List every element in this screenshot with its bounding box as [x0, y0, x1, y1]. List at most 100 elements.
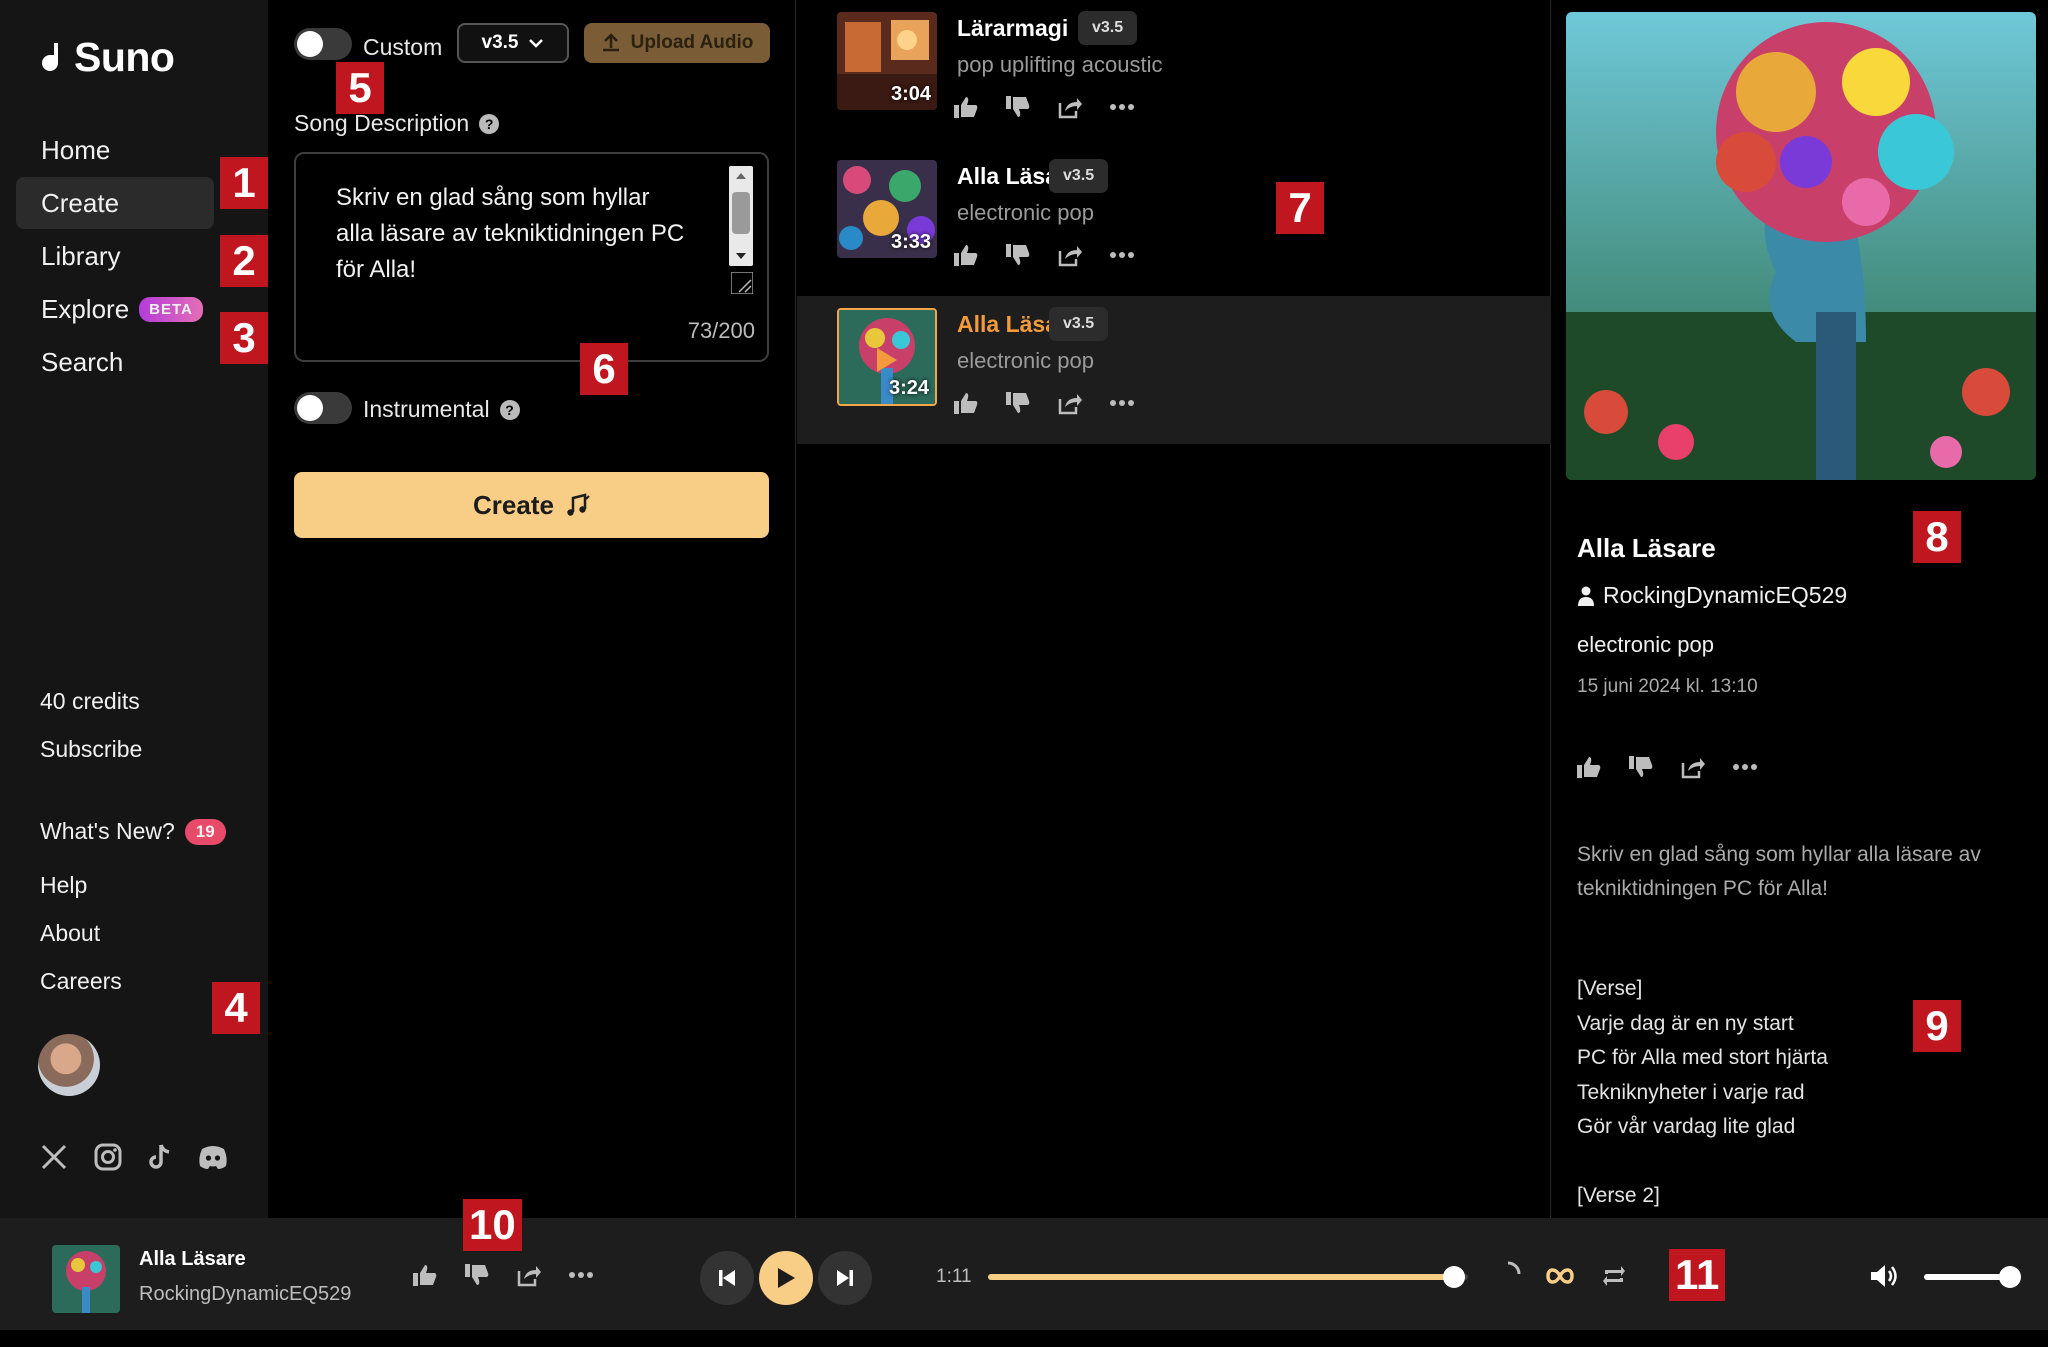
nav-home[interactable]: Home: [16, 124, 214, 176]
song-row[interactable]: 3:04 Lärarmagi v3.5 pop uplifting acoust…: [797, 0, 1551, 148]
custom-toggle[interactable]: [294, 28, 352, 60]
share-icon[interactable]: [1053, 240, 1087, 270]
volume-handle[interactable]: [1998, 1266, 2021, 1288]
description-scrollbar[interactable]: [729, 166, 753, 266]
question-icon[interactable]: ?: [479, 113, 500, 134]
thumbs-down-icon[interactable]: [460, 1260, 494, 1290]
share-icon[interactable]: [512, 1260, 546, 1290]
song-description-input[interactable]: Skriv en glad sång som hyllar alla läsar…: [294, 152, 769, 362]
more-icon[interactable]: [564, 1260, 598, 1290]
progress-handle[interactable]: [1442, 1266, 1465, 1288]
thumbs-down-icon[interactable]: [1001, 240, 1035, 270]
scroll-down-icon[interactable]: [735, 252, 747, 260]
lyrics-line: PC för Alla med stort hjärta: [1577, 1046, 1828, 1069]
progress-fill: [988, 1274, 1454, 1280]
next-button[interactable]: [818, 1251, 872, 1305]
nav-search-label: Search: [41, 346, 124, 377]
play-button[interactable]: [759, 1251, 813, 1305]
x-icon[interactable]: [38, 1141, 70, 1173]
infinity-loop-icon[interactable]: [1546, 1262, 1574, 1290]
song-cover[interactable]: 3:24: [837, 308, 937, 406]
avatar[interactable]: [38, 1034, 100, 1096]
song-row-active[interactable]: 3:24 Alla Läsare v3.5 electronic pop: [797, 296, 1551, 444]
song-cover[interactable]: 3:04: [837, 12, 937, 110]
song-description-heading: Song Description ?: [294, 110, 500, 137]
song-cover[interactable]: 3:33: [837, 160, 937, 258]
more-icon[interactable]: [1105, 240, 1139, 270]
scroll-up-icon[interactable]: [735, 172, 747, 180]
song-duration: 3:04: [890, 83, 931, 105]
character-count: 73/200: [687, 318, 755, 343]
song-actions: [949, 388, 1139, 418]
player-user-name[interactable]: RockingDynamicEQ529: [139, 1283, 351, 1306]
lyrics: [Verse] Varje dag är en ny start PC för …: [1577, 972, 1828, 1214]
annotation-marker-7: 7: [1276, 182, 1324, 234]
nav-library[interactable]: Library: [16, 230, 214, 282]
user-icon: [1578, 586, 1594, 606]
thumbs-up-icon[interactable]: [1572, 752, 1606, 782]
help-link[interactable]: Help: [40, 872, 87, 899]
player-song-title[interactable]: Alla Läsare: [139, 1248, 246, 1271]
thumbs-up-icon[interactable]: [408, 1260, 442, 1290]
lyrics-line: [1577, 1145, 1828, 1180]
player-bar: Alla Läsare RockingDynamicEQ529 1:11: [0, 1218, 2048, 1330]
elapsed-time: 1:11: [936, 1266, 972, 1287]
scrollbar-thumb[interactable]: [732, 192, 750, 234]
model-version-value: v3.5: [481, 32, 519, 53]
detail-user-link[interactable]: RockingDynamicEQ529: [1577, 582, 1847, 609]
thumbs-down-icon[interactable]: [1001, 388, 1035, 418]
more-icon[interactable]: [1105, 92, 1139, 122]
detail-song-title: Alla Läsare: [1577, 533, 1716, 563]
share-icon[interactable]: [1053, 388, 1087, 418]
detail-style: electronic pop: [1577, 632, 1714, 657]
version-badge: v3.5: [1049, 307, 1109, 341]
thumbs-up-icon[interactable]: [949, 388, 983, 418]
tiktok-icon[interactable]: [144, 1141, 176, 1173]
version-badge: v3.5: [1078, 11, 1138, 45]
nav-create[interactable]: Create: [16, 177, 214, 229]
repeat-icon[interactable]: [1600, 1262, 1628, 1290]
skip-forward-icon: [837, 1270, 853, 1286]
song-title[interactable]: Lärarmagi: [957, 15, 1068, 42]
discord-icon[interactable]: [196, 1141, 228, 1173]
nav-search[interactable]: Search: [16, 336, 214, 388]
song-row[interactable]: 3:33 Alla Läsare v3.5 electronic pop: [797, 148, 1551, 296]
annotation-marker-10: 10: [463, 1199, 522, 1251]
about-link[interactable]: About: [40, 920, 100, 947]
thumbs-up-icon[interactable]: [949, 92, 983, 122]
upload-icon: [602, 33, 619, 52]
song-actions: [949, 92, 1139, 122]
thumbs-down-icon[interactable]: [1001, 92, 1035, 122]
share-icon[interactable]: [1053, 92, 1087, 122]
more-icon[interactable]: [1105, 388, 1139, 418]
player-actions: [408, 1260, 598, 1290]
careers-link[interactable]: Careers: [40, 968, 122, 995]
previous-button[interactable]: [700, 1251, 754, 1305]
instrumental-toggle-knob: [297, 395, 323, 421]
song-description-text[interactable]: Skriv en glad sång som hyllar alla läsar…: [336, 180, 686, 288]
share-icon[interactable]: [1676, 752, 1710, 782]
instrumental-toggle[interactable]: [294, 392, 352, 424]
create-button[interactable]: Create: [294, 472, 769, 538]
lyrics-line: [Verse 2]: [1577, 1184, 1660, 1207]
progress-bar[interactable]: [988, 1266, 1468, 1288]
suno-logo[interactable]: Suno: [38, 34, 175, 81]
player-cover-art[interactable]: [52, 1245, 120, 1313]
detail-user-name: RockingDynamicEQ529: [1603, 582, 1848, 608]
model-version-select[interactable]: v3.5: [457, 23, 569, 63]
question-icon[interactable]: ?: [499, 399, 520, 420]
resize-handle-icon[interactable]: [731, 272, 753, 294]
whats-new-count-badge: 19: [184, 818, 226, 845]
instagram-icon[interactable]: [92, 1141, 124, 1173]
music-note-icon: [567, 493, 590, 516]
version-badge: v3.5: [1049, 159, 1109, 193]
whats-new-link[interactable]: What's New? 19: [40, 818, 226, 845]
play-icon: [778, 1268, 795, 1288]
nav-explore[interactable]: Explore BETA: [16, 283, 214, 335]
thumbs-down-icon[interactable]: [1624, 752, 1658, 782]
volume-icon[interactable]: [1868, 1262, 1900, 1290]
thumbs-up-icon[interactable]: [949, 240, 983, 270]
subscribe-link[interactable]: Subscribe: [40, 736, 142, 763]
upload-audio-button[interactable]: Upload Audio: [584, 23, 770, 63]
more-icon[interactable]: [1728, 752, 1762, 782]
